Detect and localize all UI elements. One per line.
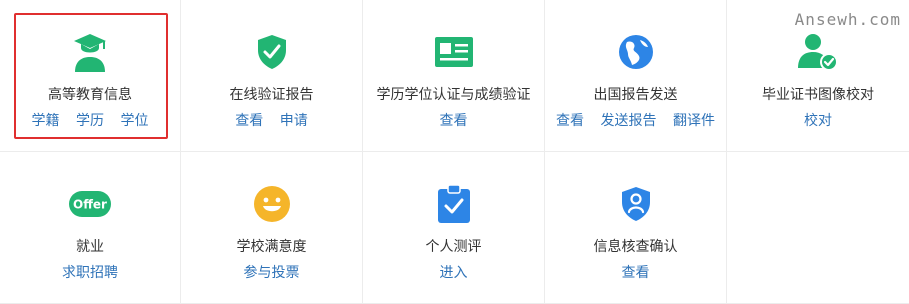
service-card-online-verification: 在线验证报告 查看 申请 — [181, 0, 363, 152]
services-grid: 高等教育信息 学籍 学历 学位 在线验证报告 查看 申请 学历学位认证与成绩验证… — [0, 0, 909, 304]
service-card-higher-education: 高等教育信息 学籍 学历 学位 — [0, 0, 181, 152]
link-view[interactable]: 查看 — [235, 113, 263, 129]
graduate-icon — [68, 30, 112, 74]
service-title: 就业 — [76, 239, 104, 255]
service-title: 个人测评 — [425, 239, 482, 255]
service-links: 查看 — [545, 262, 726, 282]
link-view[interactable]: 查看 — [556, 113, 584, 129]
link-send-report[interactable]: 发送报告 — [601, 113, 657, 129]
globe-icon — [614, 30, 658, 74]
service-title: 高等教育信息 — [48, 87, 132, 103]
service-card-school-satisfaction: 学校满意度 参与投票 — [181, 152, 363, 304]
link-view[interactable]: 查看 — [440, 113, 468, 129]
service-links: 校对 — [727, 110, 909, 130]
smiley-icon — [250, 182, 294, 226]
service-title: 出国报告发送 — [593, 87, 678, 103]
link-enter[interactable]: 进入 — [440, 265, 468, 281]
offer-icon: Offer — [68, 182, 112, 226]
service-title: 信息核查确认 — [593, 239, 678, 255]
service-card-overseas-report: 出国报告发送 查看 发送报告 翻译件 — [545, 0, 727, 152]
service-links: 查看 申请 — [181, 110, 362, 130]
user-check-icon — [796, 30, 840, 74]
link-apply[interactable]: 申请 — [280, 113, 308, 129]
empty-cell — [727, 152, 909, 304]
link-vote[interactable]: 参与投票 — [244, 265, 300, 281]
watermark: Ansewh.com — [794, 10, 901, 29]
link-degree[interactable]: 学位 — [120, 113, 148, 129]
service-links: 参与投票 — [181, 262, 362, 282]
link-job-hunting[interactable]: 求职招聘 — [62, 265, 118, 281]
link-view[interactable]: 查看 — [622, 265, 650, 281]
shield-user-icon — [614, 182, 658, 226]
service-links: 求职招聘 — [0, 262, 180, 282]
service-card-personal-assessment: 个人测评 进入 — [363, 152, 545, 304]
clipboard-check-icon — [432, 182, 476, 226]
service-title: 学历学位认证与成绩验证 — [376, 87, 531, 103]
service-title: 毕业证书图像校对 — [762, 87, 874, 103]
service-title: 在线验证报告 — [229, 87, 314, 103]
link-student-status[interactable]: 学籍 — [32, 113, 60, 129]
link-education-record[interactable]: 学历 — [76, 113, 104, 129]
shield-check-icon — [250, 30, 294, 74]
service-links: 进入 — [363, 262, 544, 282]
service-links: 查看 — [363, 110, 544, 130]
service-card-degree-certification: 学历学位认证与成绩验证 查看 — [363, 0, 545, 152]
service-links: 学籍 学历 学位 — [0, 110, 180, 130]
service-links: 查看 发送报告 翻译件 — [545, 110, 726, 130]
id-card-icon — [432, 30, 476, 74]
service-card-info-verification: 信息核查确认 查看 — [545, 152, 727, 304]
link-proofread[interactable]: 校对 — [804, 113, 832, 129]
svg-text:Offer: Offer — [73, 198, 107, 212]
service-title: 学校满意度 — [236, 239, 307, 255]
service-card-employment: Offer 就业 求职招聘 — [0, 152, 181, 304]
link-translation[interactable]: 翻译件 — [673, 113, 715, 129]
